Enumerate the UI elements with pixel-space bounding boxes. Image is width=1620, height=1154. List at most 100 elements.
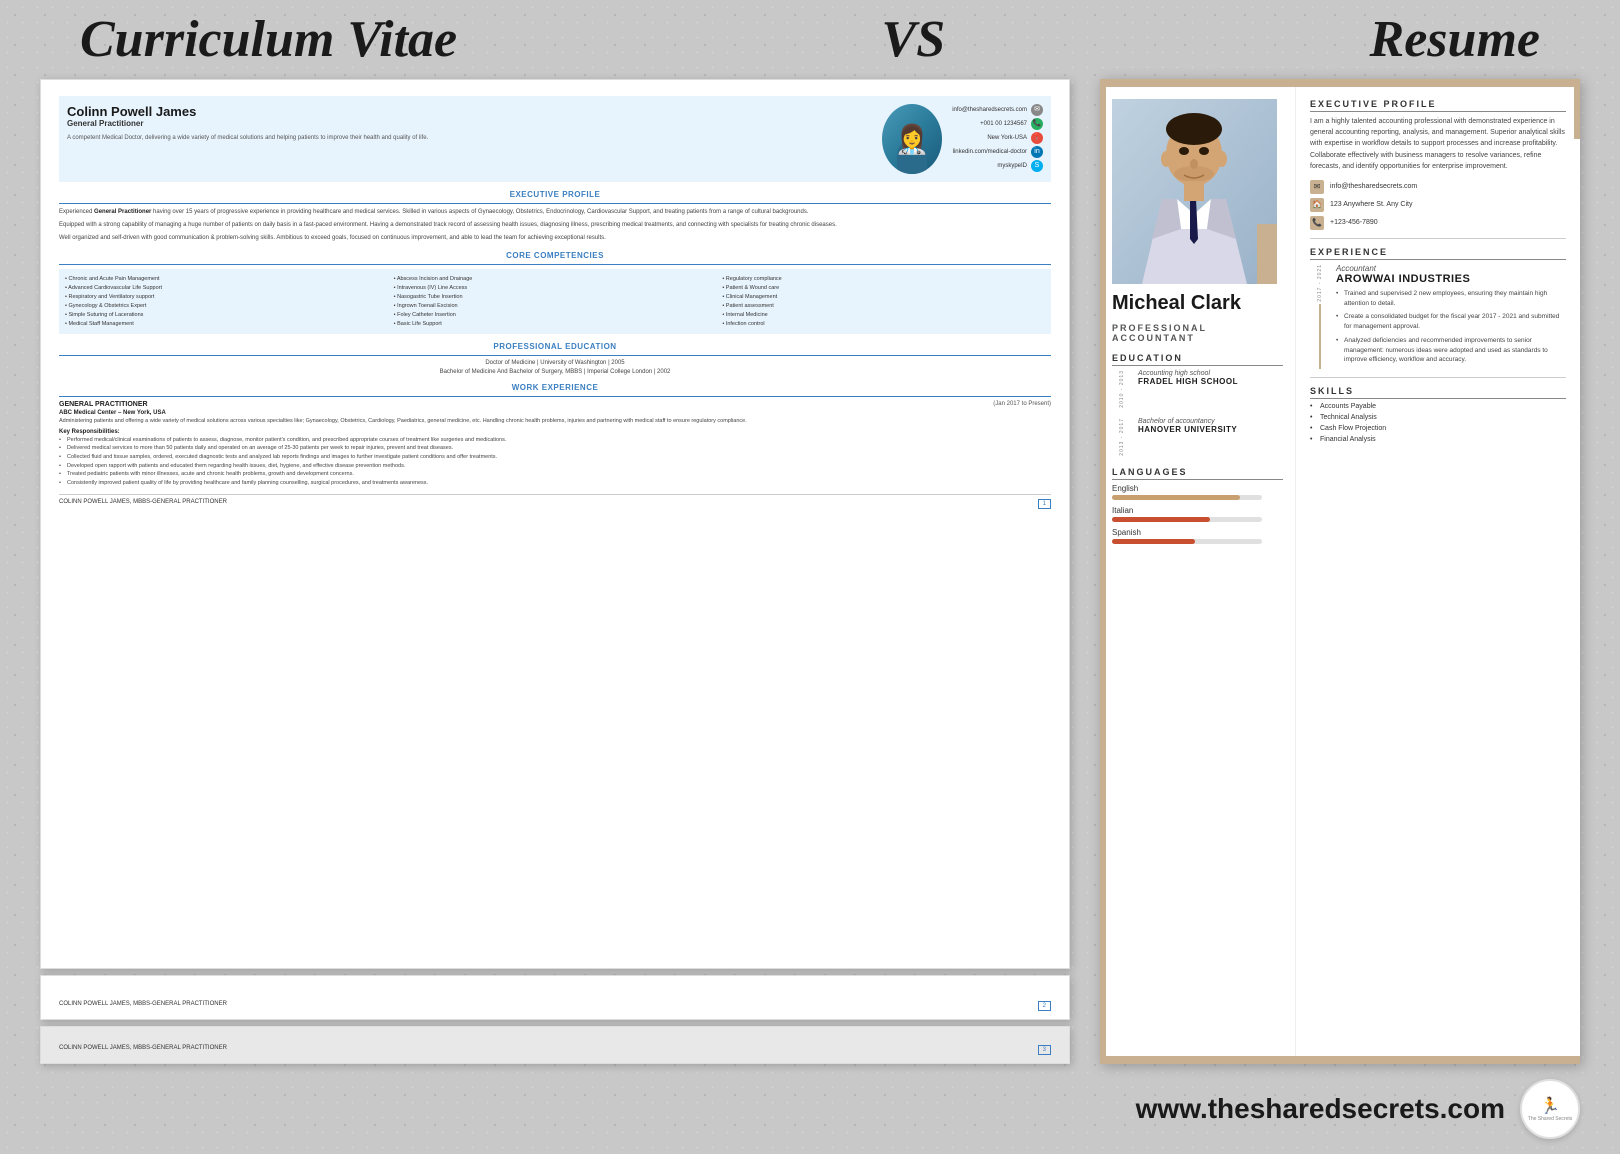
resume-contact-phone: 📞 +123-456-7890 [1310,216,1566,230]
exp-role: Accountant [1336,264,1566,273]
resume-bottom-accent [1100,1056,1580,1064]
cv-phone: +001 00 1234567 📞 [952,118,1043,130]
exp-bullet-2: Create a consolidated budget for the fis… [1336,312,1566,332]
cv-exec-text-1: Experienced General Practitioner having … [59,208,1051,217]
lang-name-english: English [1112,484,1283,493]
linkedin-icon: in [1031,146,1043,158]
cv-resp-6: Consistently improved patient quality of… [59,480,1051,488]
cv-skype: myskypeID S [952,160,1043,172]
skype-text: myskypeID [997,161,1027,172]
exp-info: Accountant AROWWAI INDUSTRIES Trained an… [1336,264,1566,369]
resume-address-icon: 🏠 [1310,198,1324,212]
resume-contact-address: 🏠 123 Anywhere St. Any City [1310,198,1566,212]
competency-10: Gynecology & Obstetrics Expert [65,302,388,310]
edu-year-1: 2010 - 2013 [1119,370,1125,408]
bottom-bar: www.thesharedsecrets.com 🏃 The Shared Se… [0,1064,1620,1154]
cv-page-num-1: 1 [1038,499,1051,509]
cv-resp-4: Developed open rapport with patients and… [59,463,1051,471]
cv-contact: info@thesharedsecrets.com ✉ +001 00 1234… [952,104,1043,174]
competency-1: Chronic and Acute Pain Management [65,275,388,283]
cv-divider-3 [59,355,1051,356]
cv-footer-1: COLINN POWELL JAMES, MBBS-GENERAL PRACTI… [59,494,1051,509]
lang-italian: Italian [1112,506,1283,522]
email-text: info@thesharedsecrets.com [952,105,1027,116]
lang-name-italian: Italian [1112,506,1283,515]
exp-bullet-1: Trained and supervised 2 new employees, … [1336,289,1566,309]
resume-phone-text: +123-456-7890 [1330,219,1378,226]
skill-2: Technical Analysis [1310,414,1566,421]
cv-email: info@thesharedsecrets.com ✉ [952,104,1043,116]
cv-description: A competent Medical Doctor, delivering a… [67,134,872,142]
competency-15: Internal Medicine [722,311,1045,319]
cv-header: Colinn Powell James General Practitioner… [59,96,1051,182]
edu-school-1: FRADEL HIGH SCHOOL [1138,377,1283,386]
resume-address-text: 123 Anywhere St. Any City [1330,201,1413,208]
resume-top-accent [1100,79,1580,87]
cv-resp-5: Treated pediatric patients with minor il… [59,471,1051,479]
competency-7: Respiratory and Ventilatory support [65,293,388,301]
logo-icon: 🏃 [1540,1096,1560,1116]
competency-16: Medical Staff Management [65,320,388,328]
resume-left-accent [1100,87,1106,1064]
resume-skills-title: SKILLS [1310,386,1566,399]
cv-divider-1 [59,203,1051,204]
exp-year-col: 2017 - 2021 [1310,264,1330,369]
competency-11: Ingrown Toenail Excision [394,302,717,310]
linkedin-text: linkedin.com/medical-doctor [953,147,1027,158]
cv-footer-name-2: COLINN POWELL JAMES, MBBS-GENERAL PRACTI… [59,1001,227,1011]
cv-resp-2: Delivered medical services to more than … [59,445,1051,453]
cv-exec-profile-title: EXECUTIVE PROFILE [59,190,1051,199]
resume-skills-list: Accounts Payable Technical Analysis Cash… [1310,403,1566,443]
competency-8: Nasogastric Tube Insertion [394,293,717,301]
location-text: New York-USA [987,133,1027,144]
competency-12: Patient assessment [722,302,1045,310]
lang-bar-bg-spanish [1112,539,1262,544]
exp-company: AROWWAI INDUSTRIES [1336,273,1566,285]
cv-work-date: (Jan 2017 to Present) [993,401,1051,408]
resume-photo-accent [1257,224,1277,284]
phone-icon: 📞 [1031,118,1043,130]
email-icon: ✉ [1031,104,1043,116]
competency-14: Foley Catheter Insertion [394,311,717,319]
resume-title: Resume [1370,10,1540,69]
edu-school-2: HANOVER UNIVERSITY [1138,425,1283,434]
phone-text: +001 00 1234567 [980,119,1027,130]
resume-education-header: EDUCATION [1112,353,1283,366]
cv-page-num-3: 3 [1038,1045,1051,1055]
cv-divider-2 [59,264,1051,265]
cv-footer-name-1: COLINN POWELL JAMES, MBBS-GENERAL PRACTI… [59,499,227,509]
edu-year-2: 2013 - 2017 [1119,418,1125,456]
cv-work-company: ABC Medical Center – New York, USA [59,410,1051,416]
resume-email-icon: ✉ [1310,180,1324,194]
skill-1: Accounts Payable [1310,403,1566,410]
resume-experience-title: EXPERIENCE [1310,247,1566,260]
cv-exec-text-3: Well organized and self-driven with good… [59,234,1051,243]
skill-4: Financial Analysis [1310,436,1566,443]
edu-degree-2: Bachelor of accountancy [1138,418,1283,425]
lang-bar-fill-spanish [1112,539,1195,544]
website-url: www.thesharedsecrets.com [1136,1093,1505,1125]
competency-13: Simple Suturing of Lacerations [65,311,388,319]
edu-degree-1: Accounting high school [1138,370,1283,377]
resume-divider [1310,238,1566,239]
edu-timeline-1: 2010 - 2013 Accounting high school FRADE… [1112,370,1283,410]
cv-edu-2: Bachelor of Medicine And Bachelor of Sur… [59,369,1051,375]
cv-footer-2: COLINN POWELL JAMES, MBBS-GENERAL PRACTI… [59,1001,1051,1011]
resume-exp-timeline: 2017 - 2021 Accountant AROWWAI INDUSTRIE… [1310,264,1566,369]
competency-2: Abscess Incision and Drainage [394,275,717,283]
cv-name: Colinn Powell James [67,104,872,119]
cv-work-header: GENERAL PRACTITIONER (Jan 2017 to Presen… [59,401,1051,408]
cv-linkedin: linkedin.com/medical-doctor in [952,146,1043,158]
cv-divider-4 [59,396,1051,397]
competency-4: Advanced Cardiovascular Life Support [65,284,388,292]
cv-responsibilities-header: Key Responsibilities: [59,429,1051,435]
edu-year-col-1: 2010 - 2013 [1112,370,1132,410]
cv-location: New York-USA 📍 [952,132,1043,144]
edu-block-2: 2013 - 2017 Bachelor of accountancy HANO… [1112,418,1283,458]
cv-title: Curriculum Vitae [80,10,457,69]
lang-spanish: Spanish [1112,528,1283,544]
exp-year: 2017 - 2021 [1317,264,1323,302]
lang-bar-fill-english [1112,495,1240,500]
resume-section: Micheal Clark PROFESSIONAL ACCOUNTANT ED… [1100,79,1580,1064]
main-content: Colinn Powell James General Practitioner… [0,79,1620,1064]
